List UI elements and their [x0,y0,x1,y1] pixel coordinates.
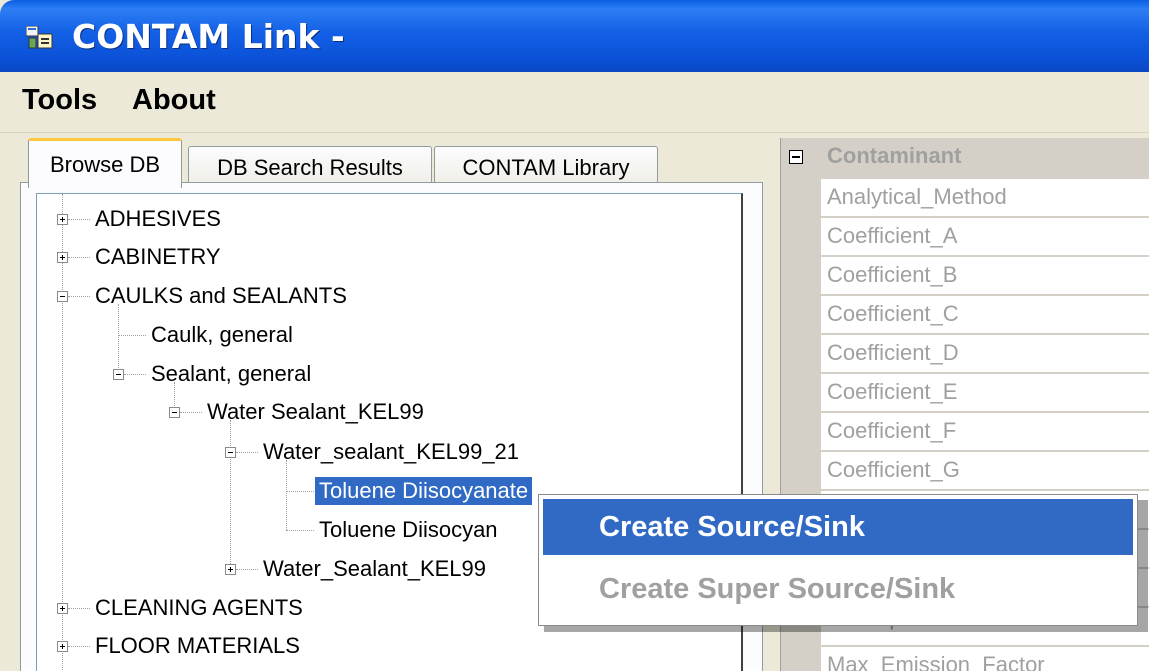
property-row[interactable]: Coefficient_D [821,335,1149,373]
expand-icon[interactable] [57,252,68,263]
collapse-icon[interactable] [113,369,124,380]
expand-icon[interactable] [57,603,68,614]
tree-node-water-sealant-kel99-2[interactable]: Water_Sealant_KEL99 [259,555,490,583]
app-window: CONTAM Link - Tools About Browse DB DB S… [0,0,1149,671]
context-menu: Create Source/Sink Create Super Source/S… [538,494,1138,626]
tree-node-water-sealant-kel99[interactable]: Water Sealant_KEL99 [203,398,428,426]
tree-node-toluene-diisocyanate-selected[interactable]: Toluene Diisocyanate [315,477,533,505]
window-title: CONTAM Link - [72,17,345,56]
property-row[interactable]: Coefficient_C [821,296,1149,334]
property-category-label: Contaminant [827,143,962,168]
tree-node-sealant-general[interactable]: Sealant, general [147,360,315,388]
menu-item-create-super-source-sink[interactable]: Create Super Source/Sink [543,561,1133,617]
property-row[interactable]: Max_Emission_Factor [821,647,1149,671]
tree-node-toluene-diisocyanate[interactable]: Toluene Diisocyan [315,516,502,544]
tree-node-floor-materials[interactable]: FLOOR MATERIALS [91,632,304,660]
collapse-icon[interactable] [225,447,236,458]
menu-bar: Tools About [0,72,1149,133]
expand-icon[interactable] [57,641,68,652]
property-row[interactable]: Coefficient_E [821,374,1149,412]
property-row[interactable]: Coefficient_A [821,218,1149,256]
expand-icon[interactable] [57,214,68,225]
tree-node-adhesives[interactable]: ADHESIVES [91,205,225,233]
tree-node-caulks-sealants[interactable]: CAULKS and SEALANTS [91,282,351,310]
tab-browse-db[interactable]: Browse DB [28,138,182,188]
collapse-icon[interactable] [789,150,803,164]
tree-node-water-sealant-kel99-21[interactable]: Water_sealant_KEL99_21 [259,438,523,466]
property-row[interactable]: Analytical_Method [821,179,1149,217]
property-category-header[interactable]: Contaminant [781,138,1149,178]
property-row[interactable]: Coefficient_G [821,452,1149,490]
menu-item-create-source-sink[interactable]: Create Source/Sink [543,499,1133,555]
title-bar[interactable]: CONTAM Link - [0,0,1149,72]
tree-node-caulk-general[interactable]: Caulk, general [147,321,297,349]
tree-node-cabinetry[interactable]: CABINETRY [91,243,225,271]
expand-icon[interactable] [225,564,236,575]
property-row[interactable]: Coefficient_B [821,257,1149,295]
collapse-icon[interactable] [169,407,180,418]
collapse-icon[interactable] [57,291,68,302]
contam-app-icon [26,26,53,49]
tree-node-cleaning-agents[interactable]: CLEANING AGENTS [91,594,307,622]
menu-tools[interactable]: Tools [22,84,97,117]
property-row[interactable]: Coefficient_F [821,413,1149,451]
menu-about[interactable]: About [132,84,216,117]
